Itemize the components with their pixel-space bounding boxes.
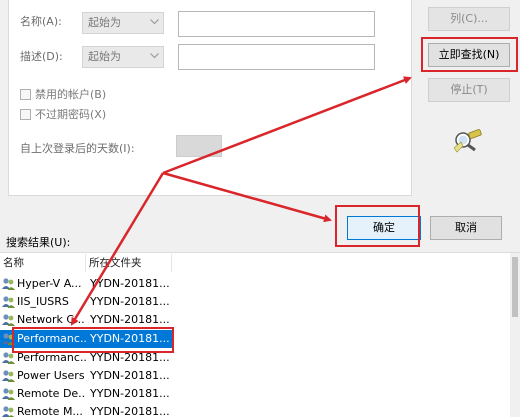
table-row[interactable]: Power Users YYDN-20181... (0, 367, 520, 385)
chevron-down-icon (150, 53, 159, 59)
user-group-icon (2, 406, 15, 417)
search-results-label: 搜索结果(U): (6, 236, 71, 249)
days-since-logon-label: 自上次登录后的天数(I): (20, 142, 135, 155)
stop-button[interactable]: 停止(T) (428, 78, 510, 102)
table-row[interactable]: Remote De... YYDN-20181... (0, 385, 520, 403)
disabled-accounts-label: 禁用的帐户(B) (35, 88, 107, 101)
checkbox-box[interactable] (20, 108, 31, 120)
find-now-button[interactable]: 立即查找(N) (428, 43, 510, 67)
ok-button[interactable]: 确定 (347, 216, 421, 240)
chevron-down-icon (150, 19, 159, 25)
description-mode-value: 起始为 (88, 50, 121, 63)
table-row[interactable]: Hyper-V A... YYDN-20181... (0, 275, 520, 293)
no-expire-password-checkbox[interactable]: 不过期密码(X) (20, 106, 106, 122)
user-group-icon (2, 370, 15, 382)
description-mode-combo[interactable]: 起始为 (82, 46, 164, 68)
checkbox-box[interactable] (20, 88, 31, 100)
user-group-icon (2, 278, 15, 290)
name-mode-combo[interactable]: 起始为 (82, 12, 164, 34)
table-row[interactable]: Remote M... YYDN-20181... (0, 403, 520, 417)
name-mode-value: 起始为 (88, 16, 121, 29)
description-label: 描述(D): (20, 50, 63, 63)
table-row[interactable]: Performanc... YYDN-20181... (0, 349, 520, 367)
user-group-icon (2, 296, 15, 308)
no-expire-password-label: 不过期密码(X) (35, 108, 107, 121)
name-label: 名称(A): (20, 15, 62, 28)
search-results-list[interactable]: 名称 所在文件夹 Hyper-V A... YYDN-20181... IIS_… (0, 252, 520, 417)
user-group-icon (2, 333, 15, 345)
column-header-folder[interactable]: 所在文件夹 (86, 254, 172, 272)
table-row[interactable]: Network C... YYDN-20181... (0, 311, 520, 329)
columns-button[interactable]: 列(C)... (428, 7, 510, 31)
cancel-button[interactable]: 取消 (430, 216, 502, 240)
disabled-accounts-checkbox[interactable]: 禁用的帐户(B) (20, 86, 106, 102)
results-scrollbar[interactable] (510, 253, 520, 417)
description-input[interactable] (178, 44, 375, 70)
query-options-panel: 名称(A): 起始为 描述(D): 起始为 禁用的帐户(B) 不过期密码(X) … (8, 0, 412, 196)
table-row-selected[interactable]: Performanc... YYDN-20181... (0, 330, 520, 348)
name-input[interactable] (178, 11, 375, 37)
user-group-icon (2, 314, 15, 326)
days-since-logon-combo[interactable] (176, 135, 222, 157)
user-group-icon (2, 388, 15, 400)
user-group-icon (2, 352, 15, 364)
search-flashlight-icon (453, 129, 482, 153)
table-row[interactable]: IIS_IUSRS YYDN-20181... (0, 293, 520, 311)
column-header-name[interactable]: 名称 (0, 254, 86, 272)
scrollbar-thumb[interactable] (512, 257, 518, 317)
